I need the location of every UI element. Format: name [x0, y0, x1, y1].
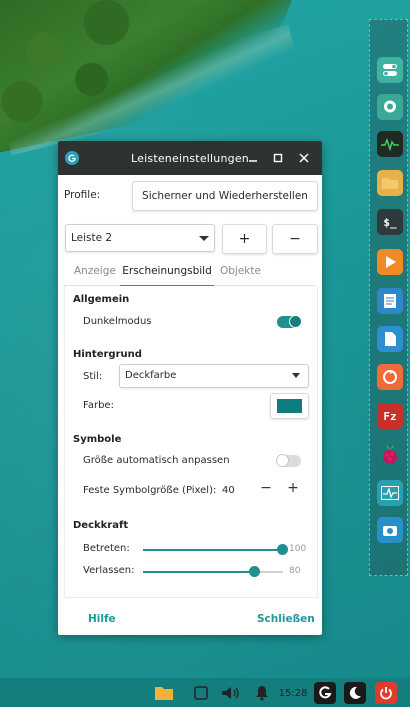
- slider-handle[interactable]: [277, 544, 288, 555]
- app-icon: [65, 151, 79, 165]
- settings-toggle-icon[interactable]: [377, 57, 403, 83]
- color-swatch: [277, 399, 302, 413]
- terminal-icon[interactable]: $_: [377, 209, 403, 235]
- filezilla-icon[interactable]: Fz: [377, 403, 403, 429]
- close-icon[interactable]: [297, 151, 311, 165]
- clock[interactable]: 15:28: [276, 683, 310, 703]
- leave-opacity-slider[interactable]: [143, 566, 283, 577]
- help-button[interactable]: Hilfe: [88, 613, 116, 625]
- section-heading-general: Allgemein: [73, 294, 130, 305]
- bottom-panel: 15:28: [0, 678, 410, 707]
- color-label: Farbe:: [83, 400, 114, 411]
- timeshift-icon[interactable]: [377, 364, 403, 390]
- remove-panel-button[interactable]: −: [272, 224, 318, 254]
- backup-restore-button[interactable]: Sicherner und Wiederherstellen: [132, 181, 318, 211]
- leave-opacity-label: Verlassen:: [83, 565, 135, 576]
- auto-size-label: Größe automatisch anpassen: [83, 455, 230, 466]
- section-heading-background: Hintergrund: [73, 349, 142, 360]
- maximize-icon[interactable]: [271, 151, 285, 165]
- folder-icon[interactable]: [153, 683, 175, 703]
- dark-mode-label: Dunkelmodus: [83, 316, 152, 327]
- fixed-size-value[interactable]: 40: [222, 485, 235, 496]
- decrease-size-button[interactable]: −: [259, 480, 273, 496]
- tab-display[interactable]: Anzeige: [74, 265, 116, 285]
- style-label: Stil:: [83, 371, 103, 382]
- text-editor-icon[interactable]: [377, 288, 403, 314]
- chevron-down-icon: [292, 373, 300, 378]
- tab-bar: Anzeige Erscheinungsbild Objekte: [64, 265, 316, 287]
- section-heading-opacity: Deckkraft: [73, 520, 129, 531]
- profile-label: Profile:: [64, 189, 101, 201]
- right-dock: $_ Fz: [369, 19, 408, 576]
- app-menu-icon[interactable]: [314, 682, 336, 704]
- activity-icon[interactable]: [377, 480, 403, 506]
- tab-objects[interactable]: Objekte: [220, 265, 261, 285]
- document-icon[interactable]: [377, 326, 403, 352]
- moon-icon[interactable]: [344, 682, 366, 704]
- panel-settings-dialog: Leisteneinstellungen Profile: Sicherner …: [58, 141, 322, 635]
- leave-opacity-value: 80: [289, 566, 301, 576]
- appearance-panel: Allgemein Dunkelmodus Hintergrund Stil: …: [64, 286, 318, 598]
- tab-appearance[interactable]: Erscheinungsbild: [120, 265, 214, 287]
- profile-row: Profile: Sicherner und Wiederherstellen: [58, 179, 322, 213]
- section-heading-icons: Symbole: [73, 434, 122, 445]
- increase-size-button[interactable]: +: [286, 480, 300, 496]
- fixed-size-label: Feste Symbolgröße (Pixel):: [83, 485, 217, 496]
- screenshot-icon[interactable]: [193, 683, 209, 703]
- enter-opacity-value: 100: [289, 544, 307, 554]
- raspberry-icon[interactable]: [377, 441, 403, 467]
- slider-handle[interactable]: [249, 566, 260, 577]
- style-select[interactable]: Deckfarbe: [119, 364, 309, 388]
- toggle-knob: [276, 454, 289, 467]
- panel-select-value: Leiste 2: [71, 232, 113, 244]
- system-monitor-icon[interactable]: [377, 131, 403, 157]
- chevron-down-icon: [199, 236, 209, 241]
- slider-fill: [143, 549, 283, 551]
- volume-icon[interactable]: [219, 683, 243, 703]
- toggle-knob: [289, 315, 302, 328]
- auto-size-toggle[interactable]: [276, 454, 301, 467]
- chat-icon[interactable]: [377, 94, 403, 120]
- color-picker-button[interactable]: [270, 393, 309, 419]
- bell-icon[interactable]: [253, 683, 271, 703]
- enter-opacity-slider[interactable]: [143, 544, 288, 555]
- dark-mode-toggle[interactable]: [277, 315, 302, 328]
- style-select-value: Deckfarbe: [125, 370, 177, 381]
- folder-icon[interactable]: [377, 170, 403, 196]
- power-icon[interactable]: [375, 682, 397, 704]
- close-button[interactable]: Schließen: [257, 613, 315, 625]
- minimize-icon[interactable]: [246, 151, 260, 165]
- camera-icon[interactable]: [377, 517, 403, 543]
- add-panel-button[interactable]: +: [222, 224, 267, 254]
- slider-fill: [143, 571, 255, 573]
- media-player-icon[interactable]: [377, 249, 403, 275]
- panel-select[interactable]: Leiste 2: [65, 224, 215, 252]
- titlebar: Leisteneinstellungen: [58, 141, 322, 175]
- enter-opacity-label: Betreten:: [83, 543, 130, 554]
